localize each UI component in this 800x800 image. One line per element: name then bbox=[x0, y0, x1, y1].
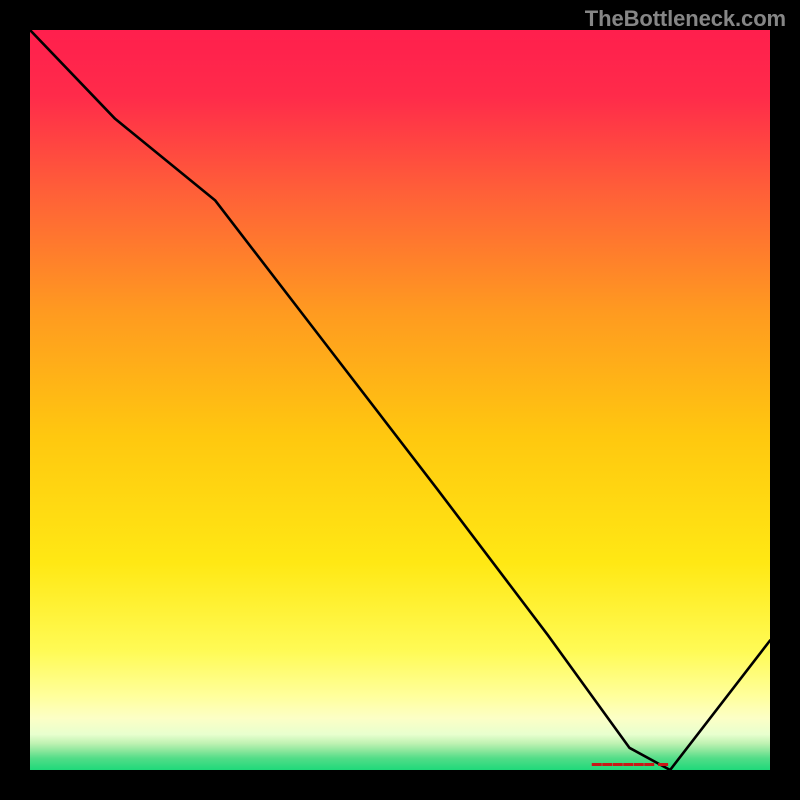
plot-svg bbox=[30, 30, 770, 770]
chart-frame: TheBottleneck.com ▬▬▬▬▬▬ ▬ bbox=[0, 0, 800, 800]
watermark-label: TheBottleneck.com bbox=[585, 6, 786, 32]
